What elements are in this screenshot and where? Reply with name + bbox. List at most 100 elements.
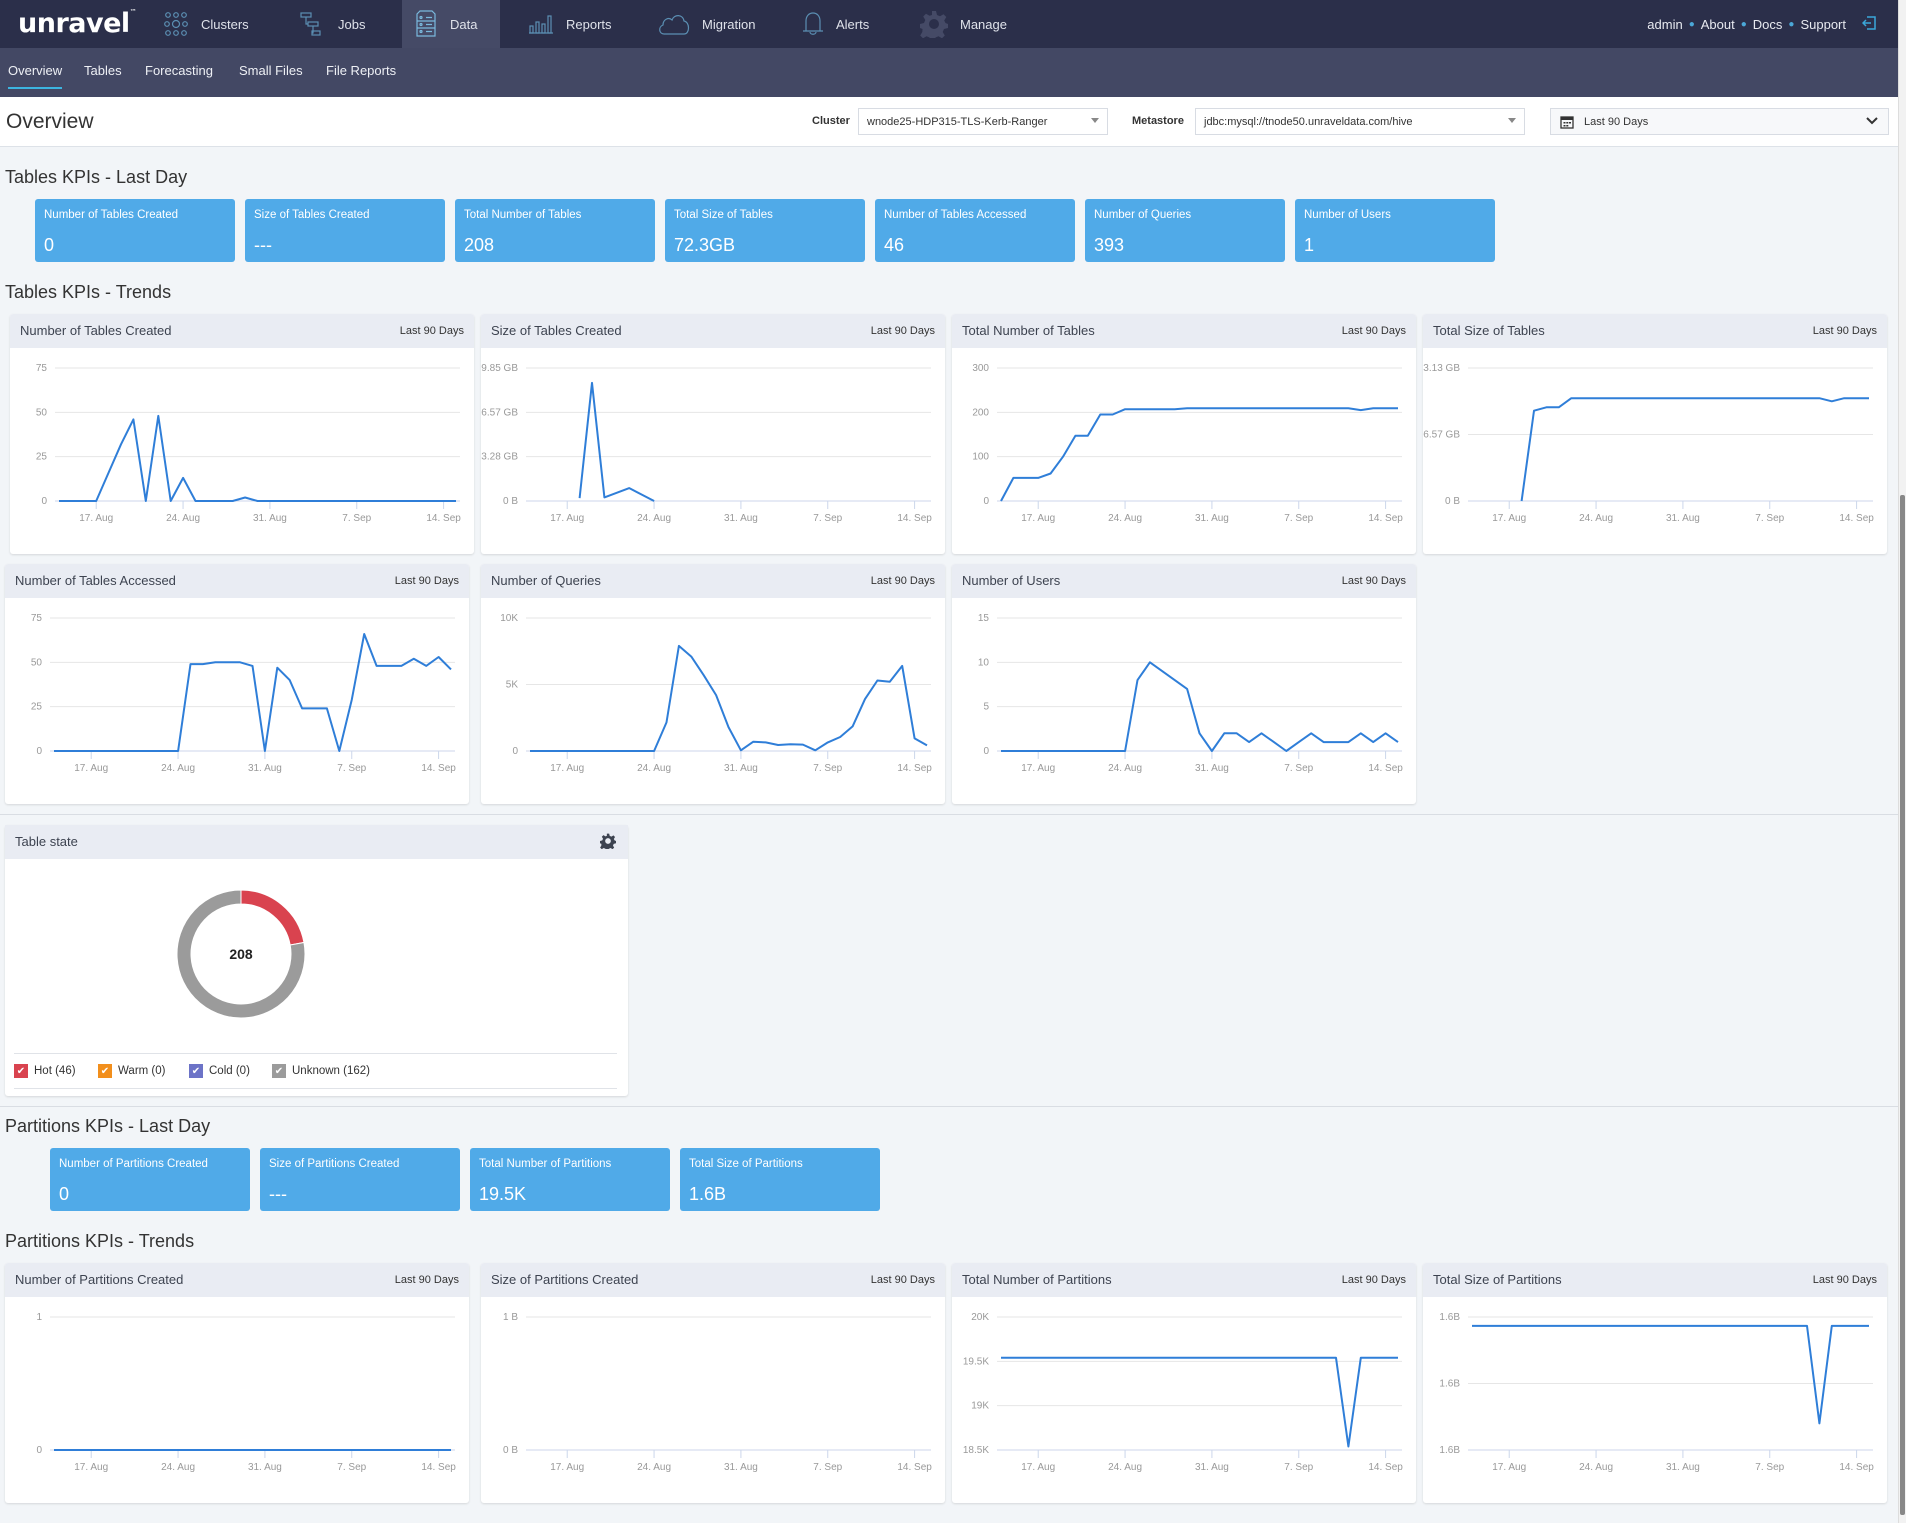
gear-icon[interactable] [600,833,616,849]
kpi-card[interactable]: Total Number of Tables 208 [455,199,655,262]
cluster-select[interactable]: wnode25-HDP315-TLS-Kerb-Ranger [858,108,1108,135]
jobs-icon [300,12,321,36]
chart-title: Number of Partitions Created [15,1272,184,1287]
line-chart: 0 1 17. Aug 24. Aug 31. Aug 7. Sep 14. Sep [36,1312,456,1473]
metastore-label: Metastore [1132,115,1184,127]
kpi-card[interactable]: Number of Queries 393 [1085,199,1285,262]
series-line[interactable] [1000,407,1398,502]
series-line[interactable] [54,633,452,752]
kpi-value: 393 [1094,235,1125,255]
nav-alerts[interactable]: Alerts [802,0,869,48]
checkbox-checked-icon[interactable]: ✔ [98,1064,112,1078]
line-chart: 0 100 200 300 17. Aug 24. Aug 31. Aug 7. Sep 14.… [972,363,1403,524]
card-header: Size of Tables Created Last 90 Days [481,314,945,348]
calendar-icon [1560,116,1574,129]
x-tick-label: 7. Sep [813,763,842,774]
page-scrollbar[interactable] [1898,0,1906,1523]
chart-card-tables-total-size: Total Size of Tables Last 90 Days 0 B 46.57… [1423,314,1887,554]
tab-forecasting[interactable]: Forecasting [145,63,213,78]
checkbox-checked-icon[interactable]: ✔ [189,1064,203,1078]
card-header: Total Number of Partitions Last 90 Days [952,1263,1416,1297]
about-link[interactable]: About [1701,17,1735,32]
chart-title: Size of Tables Created [491,323,622,338]
nav-reports[interactable]: Reports [528,0,612,48]
table-state-donut: 208 [176,889,306,1019]
tab-small-files[interactable]: Small Files [239,63,303,78]
chart-title: Total Size of Tables [1433,323,1545,338]
kpi-value: --- [269,1184,287,1204]
legend-item-cold[interactable]: ✔ Cold (0) [189,1064,250,1078]
checkbox-checked-icon[interactable]: ✔ [272,1064,286,1078]
nav-clusters[interactable]: Clusters [163,0,249,48]
separator-dot: ● [1688,18,1695,30]
kpi-card[interactable]: Total Size of Partitions 1.6B [680,1148,880,1211]
x-tick-label: 7. Sep [1284,513,1313,524]
tab-file-reports[interactable]: File Reports [326,63,396,78]
x-tick-label: 7. Sep [342,513,371,524]
nav-data[interactable]: Data [402,0,500,48]
chart-title: Number of Queries [491,573,601,588]
legend-item-hot[interactable]: ✔ Hot (46) [14,1064,76,1078]
tab-tables[interactable]: Tables [84,63,122,78]
y-tick-label: 5K [506,680,519,691]
tab-overview[interactable]: Overview [8,63,63,89]
y-tick-label: 69.85 GB [481,363,518,374]
y-tick-label: 25 [31,702,43,713]
legend-item-warm[interactable]: ✔ Warm (0) [98,1064,165,1078]
series-line[interactable] [59,414,456,502]
user-menu[interactable]: admin [1647,17,1682,32]
x-tick-label: 7. Sep [1284,1462,1313,1473]
kpi-card[interactable]: Size of Tables Created --- [245,199,445,262]
logout-icon[interactable] [1861,15,1876,33]
legend-item-unknown[interactable]: ✔ Unknown (162) [272,1064,370,1078]
kpi-label: Number of Users [1304,209,1391,221]
x-tick-label: 14. Sep [897,513,932,524]
kpi-card[interactable]: Total Size of Tables 72.3GB [665,199,865,262]
chart-title: Number of Tables Created [20,323,172,338]
checkbox-checked-icon[interactable]: ✔ [14,1064,28,1078]
series-line[interactable] [578,381,655,502]
separator-dot: ● [1740,18,1747,30]
chart-range-label: Last 90 Days [1812,1274,1877,1286]
kpi-label: Size of Tables Created [254,209,370,221]
series-line[interactable] [1001,1356,1398,1448]
kpi-value: 208 [464,235,495,255]
date-range-picker[interactable]: Last 90 Days [1550,108,1889,135]
scrollbar-thumb[interactable] [1900,495,1905,1515]
kpi-card[interactable]: Total Number of Partitions 19.5K [470,1148,670,1211]
kpi-value: 19.5K [479,1184,527,1204]
series-line[interactable] [1472,1324,1869,1425]
unravel-logo[interactable]: unravel™ [18,8,137,39]
series-line[interactable] [1520,397,1869,502]
nav-manage[interactable]: Manage [920,0,1007,48]
x-tick-label: 17. Aug [74,763,108,774]
y-tick-label: 46.57 GB [1423,430,1460,441]
y-tick-label: 0 [983,746,989,757]
x-tick-label: 31. Aug [248,1462,282,1473]
metastore-select[interactable]: jdbc:mysql://tnode50.unraveldata.com/hiv… [1195,108,1525,135]
kpi-card[interactable]: Number of Users 1 [1295,199,1495,262]
docs-link[interactable]: Docs [1753,17,1783,32]
series-line[interactable] [530,644,928,752]
kpi-card[interactable]: Number of Tables Accessed 46 [875,199,1075,262]
kpi-card[interactable]: Number of Partitions Created 0 [50,1148,250,1211]
x-tick-label: 24. Aug [1108,763,1142,774]
y-tick-label: 5 [983,702,989,713]
x-tick-label: 17. Aug [74,1462,108,1473]
legend-label: Hot (46) [34,1065,76,1077]
support-link[interactable]: Support [1800,17,1846,32]
chart-title: Number of Tables Accessed [15,573,176,588]
line-chart: 0 25 50 75 17. Aug 24. Aug 31. Aug 7. Sep 14. Se… [31,613,456,774]
y-tick-label: 75 [31,613,43,624]
y-tick-label: 23.28 GB [481,452,518,463]
pie-slice-hot[interactable] [240,889,305,946]
nav-jobs[interactable]: Jobs [300,0,365,48]
chart-card-tables-total: Total Number of Tables Last 90 Days 0 100 20… [952,314,1416,554]
kpi-card[interactable]: Number of Tables Created 0 [35,199,235,262]
nav-migration[interactable]: Migration [658,0,755,48]
kpi-value: 46 [884,235,905,255]
kpi-label: Total Number of Tables [464,209,582,221]
y-tick-label: 25 [36,452,48,463]
kpi-card[interactable]: Size of Partitions Created --- [260,1148,460,1211]
y-tick-label: 19K [971,1401,989,1412]
